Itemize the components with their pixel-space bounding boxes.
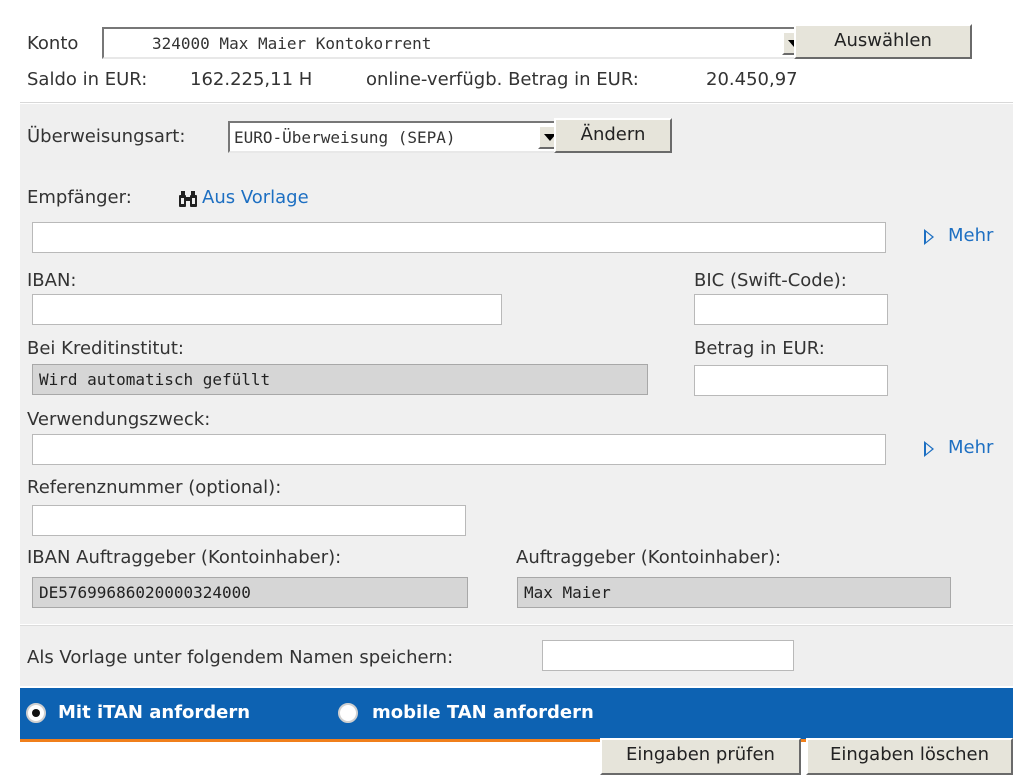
mobile-tan-label[interactable]: mobile TAN anfordern [372, 702, 594, 723]
available-value: 20.450,97 [706, 69, 798, 90]
transfer-type-section: Überweisungsart: EURO-Überweisung (SEPA)… [20, 104, 1013, 170]
account-select-value: 324000 Max Maier Kontokorrent [152, 34, 432, 53]
amount-input[interactable] [694, 365, 888, 396]
from-template-link[interactable]: Aus Vorlage [202, 187, 309, 208]
payer-iban-field [32, 577, 468, 608]
binoculars-icon[interactable] [177, 189, 199, 209]
payer-name-field [517, 577, 951, 608]
template-name-input[interactable] [542, 640, 794, 671]
select-account-button[interactable]: Auswählen [794, 24, 972, 59]
purpose-more-link[interactable]: Mehr [948, 437, 993, 458]
itan-label[interactable]: Mit iTAN anfordern [58, 702, 250, 723]
bank-field [32, 364, 648, 395]
check-input-button[interactable]: Eingaben prüfen [600, 738, 801, 775]
balance-value: 162.225,11 H [190, 69, 313, 90]
reference-input[interactable] [32, 505, 466, 536]
tan-selection-bar: Mit iTAN anfordern mobile TAN anfordern [20, 688, 1013, 739]
reference-label: Referenznummer (optional): [27, 477, 282, 498]
itan-radio[interactable] [26, 703, 46, 723]
transfer-type-value: EURO-Überweisung (SEPA) [234, 128, 456, 147]
amount-label: Betrag in EUR: [694, 338, 825, 359]
save-template-section: Als Vorlage unter folgendem Namen speich… [20, 625, 1013, 686]
transfer-form: Empfänger: Aus Vorlage Mehr IBAN: BIC (S… [20, 170, 1013, 624]
iban-label: IBAN: [27, 270, 77, 291]
transfer-type-select[interactable]: EURO-Überweisung (SEPA) [228, 121, 564, 153]
bic-label: BIC (Swift-Code): [694, 270, 847, 291]
balance-label: Saldo in EUR: [27, 69, 148, 90]
mobile-tan-radio[interactable] [338, 703, 358, 723]
triangle-right-icon[interactable] [924, 229, 934, 245]
purpose-label: Verwendungszweck: [27, 409, 211, 430]
save-template-label: Als Vorlage unter folgendem Namen speich… [27, 647, 454, 668]
payer-iban-label: IBAN Auftraggeber (Kontoinhaber): [27, 547, 342, 568]
recipient-more-link[interactable]: Mehr [948, 225, 993, 246]
triangle-right-icon[interactable] [924, 441, 934, 457]
available-label: online-verfügb. Betrag in EUR: [366, 69, 639, 90]
account-select[interactable]: 324000 Max Maier Kontokorrent [102, 27, 808, 59]
iban-input[interactable] [32, 294, 502, 325]
account-label: Konto [27, 33, 79, 54]
bank-label: Bei Kreditinstitut: [27, 338, 184, 359]
payer-name-label: Auftraggeber (Kontoinhaber): [516, 547, 782, 568]
clear-input-button[interactable]: Eingaben löschen [806, 738, 1013, 775]
purpose-input[interactable] [32, 434, 886, 465]
recipient-label: Empfänger: [27, 187, 132, 208]
account-section: Konto 324000 Max Maier Kontokorrent Ausw… [20, 0, 1013, 103]
transfer-type-label: Überweisungsart: [27, 126, 186, 147]
change-type-button[interactable]: Ändern [554, 118, 672, 153]
recipient-input[interactable] [32, 222, 886, 253]
bic-input[interactable] [694, 294, 888, 325]
